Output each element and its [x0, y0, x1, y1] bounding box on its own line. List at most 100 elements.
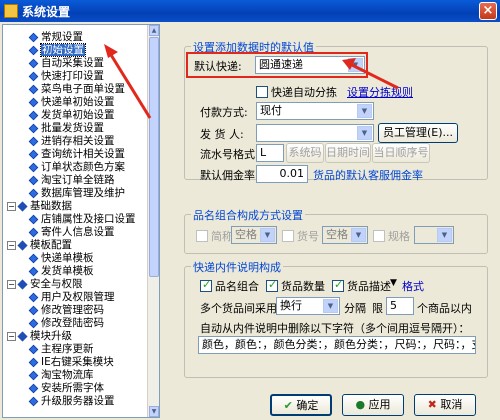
settings-item-icon [28, 214, 39, 224]
tree-item[interactable]: 升级服务器设置 [28, 395, 115, 408]
tree-item[interactable]: 快递单模板 [28, 252, 94, 265]
tree-item[interactable]: 发货单模板 [28, 265, 94, 278]
tree-item[interactable]: 初始设置 [28, 43, 86, 57]
checkbox-box[interactable] [266, 278, 278, 292]
datetime-button[interactable]: 日期时间 [325, 143, 371, 163]
tree-item-label: 升级服务器设置 [41, 395, 115, 407]
tree-item[interactable]: IE右键采集模块 [28, 356, 114, 369]
chevron-down-icon[interactable]: ▼ [357, 104, 372, 118]
title-bar: 系统设置 × [0, 0, 500, 22]
desc-qty-checkbox[interactable]: 货品数量 [266, 278, 325, 294]
settings-tree[interactable]: 常规设置 初始设置 自动采集设置 快速打印设置 菜鸟电子面单设置 快递单初始设置 发货单初始… [2, 24, 160, 418]
tree-item[interactable]: 店铺属性及接口设置 [28, 213, 136, 226]
tree-item[interactable]: 淘宝物流库 [28, 369, 94, 382]
tree-item[interactable]: 修改登陆密码 [28, 317, 104, 330]
tree-item[interactable]: 数据库管理及维护 [28, 187, 125, 200]
tree-item[interactable]: 菜鸟电子面单设置 [28, 83, 125, 96]
tree-group[interactable]: − 模板配置 [7, 239, 72, 252]
name-code-select[interactable]: 空格 ▼ [322, 226, 368, 244]
settings-item-icon [28, 305, 39, 315]
desc-name-checkbox[interactable]: 品名组合 [200, 278, 259, 294]
default-express-select[interactable]: 圆通速递 ▼ [255, 56, 365, 74]
auto-split-checkbox[interactable]: 快递自动分拣 [256, 84, 337, 100]
serial-format-input[interactable]: L [256, 144, 284, 162]
format-link[interactable]: 格式 [402, 278, 424, 294]
payment-select[interactable]: 现付 ▼ [256, 102, 374, 120]
name-code-checkbox[interactable]: 货号 [282, 228, 319, 244]
name-short-checkbox[interactable]: 简称 [196, 228, 233, 244]
cancel-button[interactable]: ✖ 取消 [414, 394, 476, 416]
chevron-down-icon[interactable]: ▼ [351, 228, 366, 242]
chevron-down-icon[interactable]: ▼ [323, 299, 338, 313]
chevron-down-icon[interactable]: ▼ [348, 58, 363, 72]
settings-item-icon [28, 383, 39, 393]
tree-item-label: 进销存相关设置 [41, 135, 115, 147]
daily-seq-button[interactable]: 当日顺序号 [372, 143, 430, 163]
name-spec-checkbox[interactable]: 规格 [373, 228, 410, 244]
cancel-icon: ✖ [427, 398, 437, 411]
checkbox-box[interactable] [256, 86, 268, 98]
auto-split-label: 快递自动分拣 [271, 86, 337, 99]
collapse-icon[interactable]: − [7, 279, 16, 289]
tree-group[interactable]: − 基础数据 [7, 200, 72, 213]
tree-item[interactable]: 发货单初始设置 [28, 109, 115, 122]
tree-item[interactable]: 快速打印设置 [28, 70, 104, 83]
tree-group[interactable]: − 模块升级 [7, 330, 72, 343]
tree-item[interactable]: 寄件人信息设置 [28, 226, 115, 239]
checkbox-box[interactable] [196, 230, 208, 242]
default-rate-input[interactable]: 0.01 [256, 165, 308, 183]
tree-item[interactable]: 主程序更新 [28, 343, 94, 356]
remove-chars-input[interactable]: 颜色，颜色：，颜色分类：，颜色分类：，尺码：，尺码：，支持用 [198, 336, 476, 354]
multi-separator-select[interactable]: 换行 ▼ [276, 297, 340, 315]
tree-item[interactable]: 用户及权限管理 [28, 291, 115, 304]
chevron-down-icon[interactable]: ▼ [357, 126, 372, 140]
tree-item[interactable]: 查询统计相关设置 [28, 148, 125, 161]
apply-button[interactable]: ● 应用 [342, 394, 404, 416]
chevron-down-icon[interactable]: ▼ [260, 228, 275, 242]
check-icon: ✔ [283, 399, 293, 412]
collapse-icon[interactable]: − [7, 201, 16, 211]
collapse-icon[interactable]: − [7, 331, 16, 341]
checkbox-box[interactable] [200, 278, 212, 292]
settings-item-icon [28, 370, 39, 380]
tree-item[interactable]: 修改管理密码 [28, 304, 104, 317]
tree-item-label: 用户及权限管理 [41, 291, 115, 303]
tree-item[interactable]: 淘宝订单全链路 [28, 174, 115, 187]
scroll-down-arrow-icon[interactable]: ▼ [149, 406, 159, 417]
tree-item[interactable]: 进销存相关设置 [28, 135, 115, 148]
ok-button[interactable]: ✔ 确定 [270, 394, 332, 416]
tree-group[interactable]: − 安全与权限 [7, 278, 83, 291]
split-rule-link[interactable]: 设置分拣规则 [347, 84, 413, 100]
tree-item[interactable]: 快递单初始设置 [28, 96, 115, 109]
settings-item-icon [28, 292, 39, 302]
checkbox-box[interactable] [373, 230, 385, 242]
tree-item[interactable]: 安装所需字体 [28, 382, 104, 395]
settings-item-icon [28, 84, 39, 94]
shipper-select[interactable]: ▼ [256, 124, 374, 142]
tree-item-label: 数据库管理及维护 [41, 187, 125, 199]
tree-scrollbar[interactable]: ▲ ▼ [147, 25, 159, 417]
tree-item-label: 快递单初始设置 [41, 96, 115, 108]
limit-input[interactable]: 5 [386, 297, 414, 315]
tree-item[interactable]: 常规设置 [28, 31, 83, 44]
tree-item[interactable]: 批量发货设置 [28, 122, 104, 135]
close-button[interactable]: × [479, 2, 497, 20]
scroll-thumb[interactable] [149, 37, 159, 277]
name-spec-label: 规格 [388, 230, 410, 243]
tree-item-label: 发货单模板 [41, 265, 94, 277]
chevron-down-icon[interactable]: ▼ [437, 228, 452, 242]
scroll-up-arrow-icon[interactable]: ▲ [149, 25, 159, 36]
system-code-button[interactable]: 系统码 [286, 143, 324, 163]
desc-desc-checkbox[interactable]: 货品描述 [332, 278, 391, 294]
settings-item-icon [28, 162, 39, 172]
checkbox-box[interactable] [332, 278, 344, 292]
name-spec-select[interactable]: ▼ [414, 226, 454, 244]
format-dropdown-icon[interactable]: ▼ [390, 278, 397, 288]
tree-item[interactable]: 自动采集设置 [28, 57, 104, 70]
collapse-icon[interactable]: − [7, 240, 16, 250]
name-short-select[interactable]: 空格 ▼ [231, 226, 277, 244]
desc-name-label: 品名组合 [215, 280, 259, 293]
checkbox-box[interactable] [282, 230, 294, 242]
tree-item[interactable]: 订单状态颜色方案 [28, 161, 125, 174]
staff-management-button[interactable]: 员工管理(E)... [378, 123, 458, 143]
